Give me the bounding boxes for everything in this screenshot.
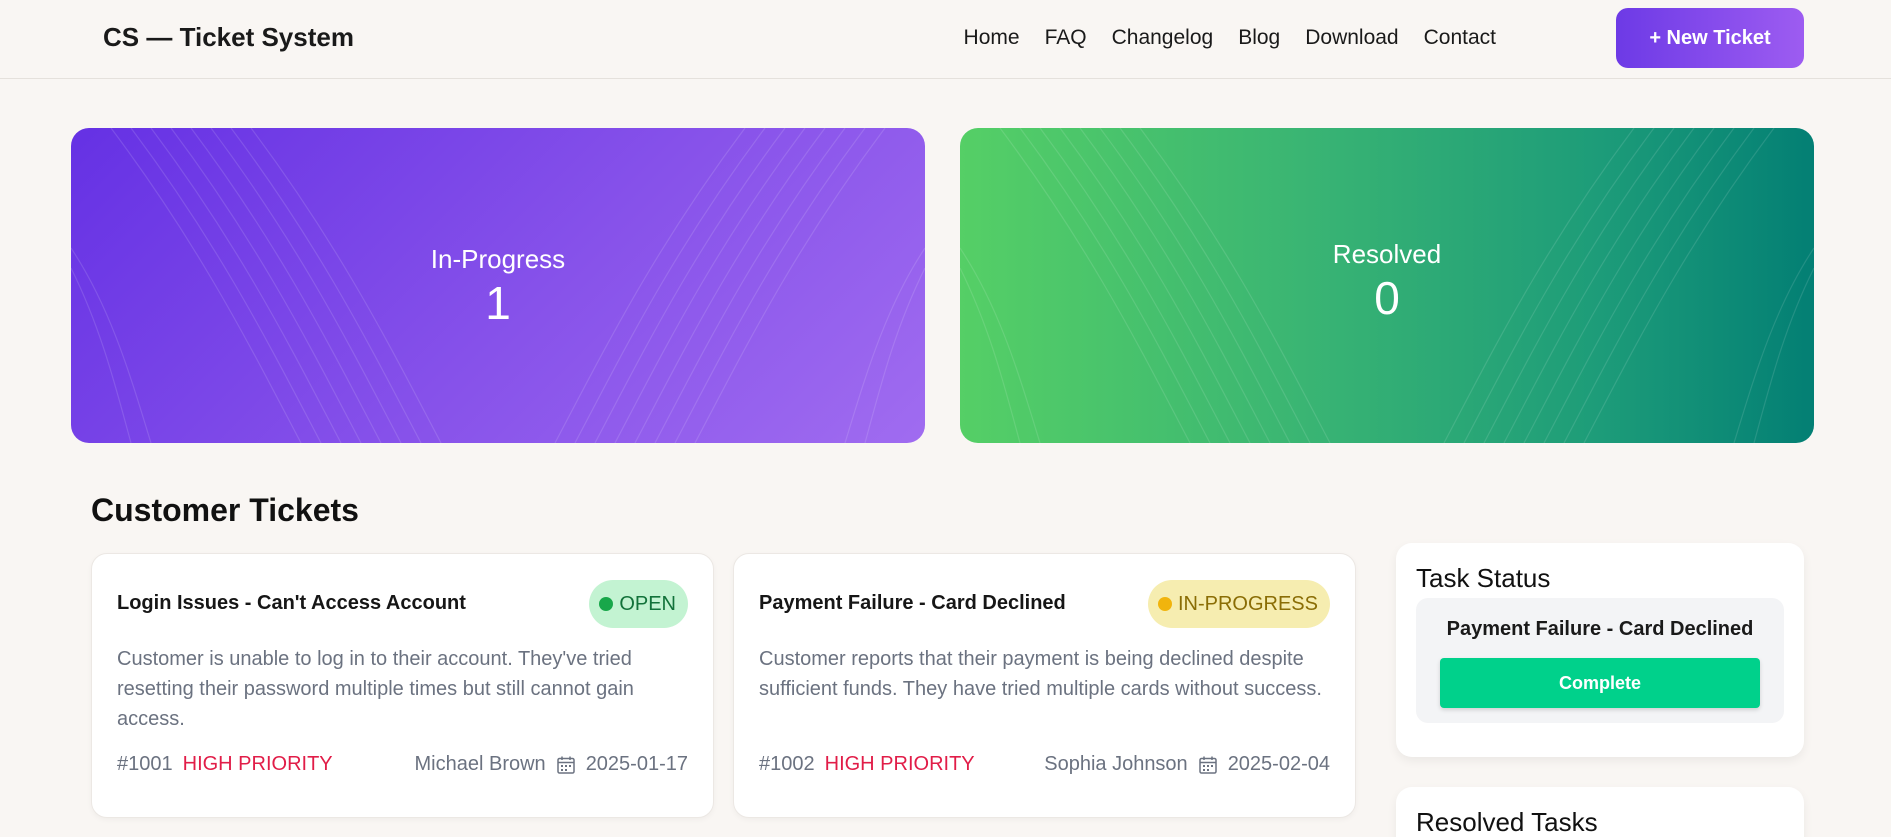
nav-link-faq[interactable]: FAQ: [1045, 26, 1087, 50]
status-badge-label: IN-PROGRESS: [1177, 592, 1318, 615]
in-progress-stat-card: In-Progress 1: [71, 128, 925, 443]
task-item: Payment Failure - Card Declined Complete: [1416, 598, 1784, 723]
navbar: CS — Ticket System Home FAQ Changelog Bl…: [0, 0, 1891, 79]
ticket-meta: #1001 HIGH PRIORITY Michael Brown 2025-0…: [117, 753, 688, 776]
ticket-id: #1002: [759, 753, 815, 775]
task-status-panel: Task Status Payment Failure - Card Decli…: [1396, 543, 1804, 757]
customer-name: Michael Brown: [414, 753, 546, 775]
calendar-icon: [556, 755, 576, 775]
nav-link-blog[interactable]: Blog: [1238, 26, 1280, 50]
ticket-card[interactable]: Login Issues - Can't Access Account OPEN…: [91, 553, 714, 818]
customer-name: Sophia Johnson: [1044, 753, 1188, 775]
ticket-id: #1001: [117, 753, 173, 775]
status-badge: IN-PROGRESS: [1147, 580, 1330, 628]
resolved-stat-card: Resolved 0: [960, 128, 1814, 443]
nav-link-home[interactable]: Home: [964, 26, 1020, 50]
new-ticket-button[interactable]: + New Ticket: [1616, 8, 1804, 68]
priority-label: HIGH PRIORITY: [182, 753, 333, 775]
brand-title[interactable]: CS — Ticket System: [103, 22, 354, 53]
resolved-label: Resolved: [1332, 239, 1442, 269]
ticket-date: 2025-01-17: [585, 753, 688, 775]
task-name: Payment Failure - Card Declined: [1446, 618, 1754, 640]
ticket-description: Customer is unable to log in to their ac…: [117, 648, 634, 730]
resolved-tasks-title: Resolved Tasks: [1416, 807, 1598, 837]
calendar-icon: [1198, 755, 1218, 775]
nav-link-download[interactable]: Download: [1305, 26, 1398, 50]
ticket-card[interactable]: Payment Failure - Card Declined IN-PROGR…: [733, 553, 1356, 818]
ticket-description: Customer reports that their payment is b…: [759, 648, 1322, 700]
status-dot-icon: [599, 597, 614, 611]
status-badge: OPEN: [589, 580, 688, 628]
nav-links: Home FAQ Changelog Blog Download Contact: [939, 26, 1496, 50]
ticket-title: Login Issues - Can't Access Account: [117, 592, 466, 614]
nav-link-changelog[interactable]: Changelog: [1112, 26, 1214, 50]
status-dot-icon: [1157, 597, 1172, 611]
section-title: Customer Tickets: [91, 492, 359, 528]
in-progress-label: In-Progress: [430, 244, 566, 274]
ticket-title: Payment Failure - Card Declined: [759, 592, 1066, 614]
in-progress-count: 1: [485, 277, 511, 329]
nav-link-contact[interactable]: Contact: [1424, 26, 1496, 50]
priority-label: HIGH PRIORITY: [824, 753, 975, 775]
ticket-date: 2025-02-04: [1227, 753, 1330, 775]
status-badge-label: OPEN: [619, 592, 676, 615]
ticket-meta: #1002 HIGH PRIORITY Sophia Johnson 2025-…: [759, 753, 1330, 776]
resolved-count: 0: [1374, 272, 1400, 324]
resolved-tasks-panel: Resolved Tasks: [1396, 787, 1804, 837]
complete-button[interactable]: Complete: [1440, 658, 1760, 708]
task-status-title: Task Status: [1416, 563, 1551, 593]
